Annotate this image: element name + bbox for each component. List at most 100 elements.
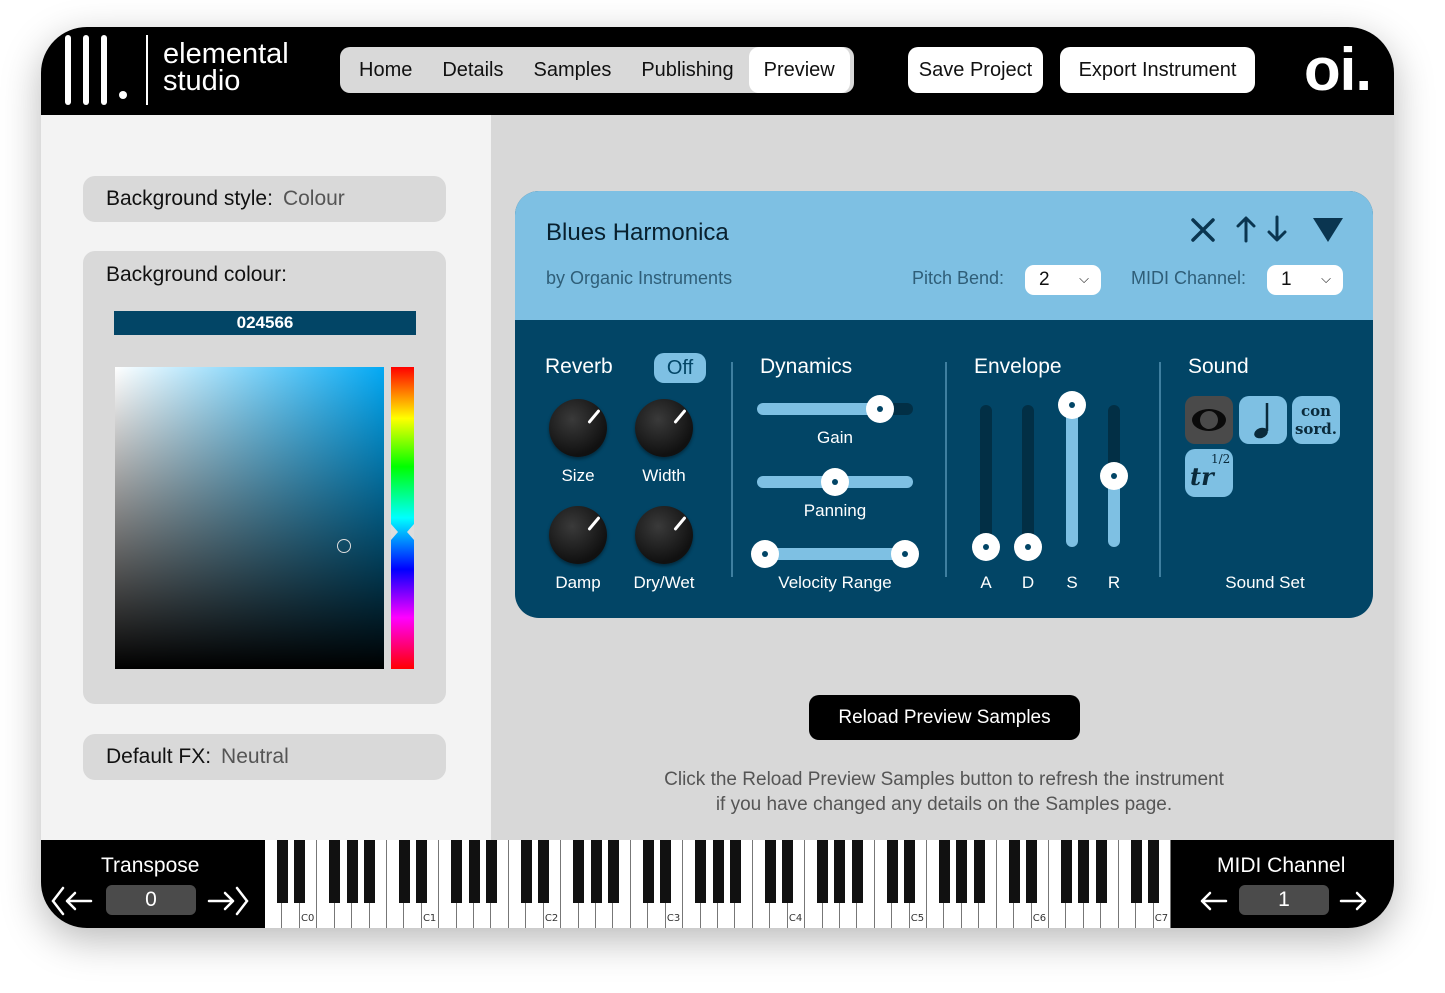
- black-key[interactable]: [660, 840, 672, 903]
- hue-handle-left[interactable]: [391, 524, 398, 540]
- black-key[interactable]: [573, 840, 585, 903]
- gain-slider-thumb[interactable]: [865, 395, 894, 423]
- black-key[interactable]: [451, 840, 463, 903]
- reverb-drywet-label: Dry/Wet: [633, 573, 695, 592]
- hue-handle-right[interactable]: [407, 524, 414, 540]
- black-key[interactable]: [329, 840, 341, 903]
- reverb-damp-knob[interactable]: [549, 506, 607, 564]
- reverb-drywet-knob[interactable]: [635, 506, 693, 564]
- tab-details[interactable]: Details: [427, 47, 518, 93]
- velocity-high-thumb[interactable]: [891, 540, 919, 568]
- tab-home[interactable]: Home: [344, 47, 427, 93]
- velocity-range-track[interactable]: [757, 548, 913, 560]
- black-key[interactable]: [817, 840, 829, 903]
- black-key[interactable]: [520, 840, 532, 903]
- default-fx-select[interactable]: Default FX: Neutral: [83, 734, 446, 780]
- left-panel: Background style: Colour Background colo…: [41, 115, 491, 840]
- black-key[interactable]: [834, 840, 846, 903]
- transpose-down-arrow-icon[interactable]: [51, 884, 95, 918]
- close-icon[interactable]: [1190, 217, 1216, 243]
- sustain-slider-thumb[interactable]: [1058, 391, 1086, 419]
- black-key[interactable]: [729, 840, 741, 903]
- trill-text: tr: [1190, 462, 1214, 491]
- tab-publishing[interactable]: Publishing: [626, 47, 748, 93]
- colour-picker-cursor[interactable]: [337, 539, 351, 553]
- black-key[interactable]: [712, 840, 724, 903]
- attack-track[interactable]: [980, 405, 992, 547]
- black-key[interactable]: [782, 840, 794, 903]
- transpose-value[interactable]: 0: [106, 885, 196, 915]
- brand-logo: oi.: [1304, 36, 1372, 103]
- black-key[interactable]: [764, 840, 776, 903]
- reverb-width-label: Width: [642, 466, 686, 485]
- collapse-triangle-icon[interactable]: [1312, 217, 1344, 243]
- black-key[interactable]: [294, 840, 306, 903]
- piano-keyboard[interactable]: C0 C1 C2 C3 C4 C5 C6 C7: [265, 840, 1171, 928]
- black-key[interactable]: [416, 840, 428, 903]
- hue-slider[interactable]: [391, 367, 414, 669]
- velocity-low-thumb[interactable]: [751, 540, 779, 568]
- saturation-value-picker[interactable]: [115, 367, 384, 669]
- black-key[interactable]: [276, 840, 288, 903]
- elemental-logo-icon: [65, 35, 127, 105]
- background-colour-label: Background colour:: [106, 263, 287, 286]
- tab-samples[interactable]: Samples: [519, 47, 627, 93]
- black-key[interactable]: [1095, 840, 1107, 903]
- black-key[interactable]: [1060, 840, 1072, 903]
- black-key[interactable]: [607, 840, 619, 903]
- black-key[interactable]: [1148, 840, 1160, 903]
- black-key[interactable]: [851, 840, 863, 903]
- app-window: elemental studio Home Details Samples Pu…: [41, 27, 1394, 928]
- release-slider-thumb[interactable]: [1100, 462, 1128, 490]
- background-colour-panel: Background colour: 024566: [83, 251, 446, 704]
- sound-con-sord-button[interactable]: con sord.: [1292, 396, 1340, 444]
- black-key[interactable]: [939, 840, 950, 903]
- black-key[interactable]: [1026, 840, 1038, 903]
- tab-preview[interactable]: Preview: [748, 47, 850, 93]
- black-key[interactable]: [486, 840, 497, 903]
- reload-preview-samples-button[interactable]: Reload Preview Samples: [809, 695, 1080, 740]
- instrument-author: by Organic Instruments: [546, 268, 733, 288]
- black-key[interactable]: [398, 840, 410, 903]
- panning-slider-thumb[interactable]: [821, 468, 849, 496]
- pitch-bend-select[interactable]: 2 ⌵: [1025, 265, 1101, 295]
- midi-channel-next-arrow-icon[interactable]: [1337, 884, 1369, 918]
- black-key[interactable]: [904, 840, 916, 903]
- black-key[interactable]: [973, 840, 985, 903]
- midi-channel-prev-arrow-icon[interactable]: [1198, 884, 1230, 918]
- black-key[interactable]: [1078, 840, 1090, 903]
- logo-line-1: elemental: [163, 38, 289, 70]
- black-key[interactable]: [1130, 840, 1142, 903]
- attack-slider-thumb[interactable]: [972, 533, 1000, 561]
- export-instrument-button[interactable]: Export Instrument: [1060, 47, 1255, 93]
- black-key[interactable]: [346, 840, 358, 903]
- move-down-icon[interactable]: [1266, 215, 1288, 243]
- background-style-select[interactable]: Background style: Colour: [83, 176, 446, 222]
- reverb-width-knob[interactable]: [635, 399, 693, 457]
- bottom-bar: Transpose 0 C0 C1 C2 C3 C4 C5 C6 C7 MIDI Channe…: [41, 840, 1394, 928]
- decay-slider-thumb[interactable]: [1014, 533, 1042, 561]
- gain-label: Gain: [817, 428, 853, 447]
- sound-open-button[interactable]: [1185, 396, 1233, 444]
- app-logo-text: elemental studio: [163, 38, 289, 96]
- transpose-up-arrow-icon[interactable]: [205, 884, 249, 918]
- black-key[interactable]: [642, 840, 654, 903]
- black-key[interactable]: [590, 840, 602, 903]
- sound-note-button[interactable]: [1239, 396, 1287, 444]
- save-project-button[interactable]: Save Project: [908, 47, 1043, 93]
- decay-track[interactable]: [1022, 405, 1034, 547]
- black-key[interactable]: [886, 840, 898, 903]
- black-key[interactable]: [695, 840, 707, 903]
- black-key[interactable]: [1008, 840, 1020, 903]
- midi-channel-bottom-value[interactable]: 1: [1239, 885, 1329, 915]
- black-key[interactable]: [538, 840, 550, 903]
- black-key[interactable]: [364, 840, 376, 903]
- reverb-size-knob[interactable]: [549, 399, 607, 457]
- black-key[interactable]: [468, 840, 480, 903]
- black-key[interactable]: [956, 840, 968, 903]
- midi-channel-select[interactable]: 1 ⌵: [1267, 265, 1343, 295]
- reverb-toggle[interactable]: Off: [654, 353, 706, 383]
- move-up-icon[interactable]: [1235, 215, 1257, 243]
- sound-trill-button[interactable]: tr 1/2: [1185, 449, 1233, 497]
- colour-hex-field[interactable]: 024566: [114, 311, 416, 335]
